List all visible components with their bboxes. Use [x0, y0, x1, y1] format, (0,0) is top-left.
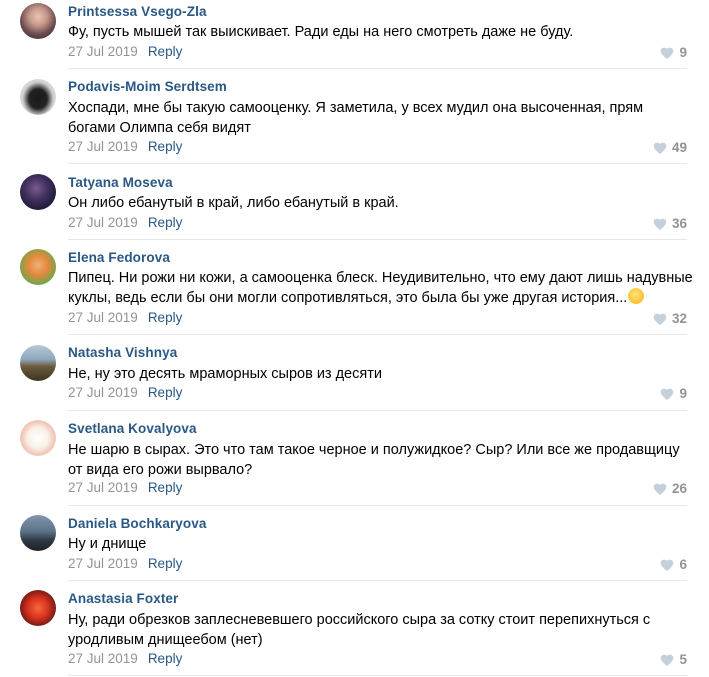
like-button[interactable]: 49 [653, 140, 687, 155]
comment-author[interactable]: Elena Fedorova [68, 250, 170, 265]
comment-meta: 27 Jul 2019 Reply [68, 556, 182, 571]
comment-date[interactable]: 27 Jul 2019 [68, 215, 138, 230]
reply-button[interactable]: Reply [148, 385, 183, 400]
comment-text: Ну, ради обрезков заплесневевшего россий… [68, 612, 651, 648]
heart-icon [653, 483, 667, 495]
avatar[interactable] [20, 345, 56, 381]
like-count: 32 [671, 311, 687, 326]
comment-author[interactable]: Svetlana Kovalyova [68, 421, 197, 436]
avatar[interactable] [20, 79, 56, 115]
comment-text: Он либо ебанутый в край, либо ебанутый в… [68, 195, 399, 211]
heart-icon [661, 47, 674, 59]
comment-meta: 27 Jul 2019 Reply [68, 385, 182, 400]
heart-icon [653, 218, 667, 230]
divider [68, 410, 687, 411]
avatar[interactable] [20, 3, 56, 39]
avatar[interactable] [20, 420, 56, 456]
like-button[interactable]: 6 [660, 557, 687, 572]
comment-author[interactable]: Anastasia Foxter [68, 591, 178, 606]
divider [68, 675, 687, 676]
reply-button[interactable]: Reply [148, 556, 183, 571]
like-button[interactable]: 5 [660, 652, 687, 667]
heart-icon [661, 388, 674, 400]
reply-button[interactable]: Reply [148, 480, 183, 495]
like-count: 5 [679, 652, 687, 667]
comment-text-body: Пипец. Ни рожи ни кожи, а самооценка бле… [68, 270, 693, 306]
heart-icon [653, 142, 667, 154]
comment-meta: 27 Jul 2019 Reply [68, 310, 182, 325]
divider [68, 334, 687, 335]
comment-author[interactable]: Natasha Vishnya [68, 345, 177, 360]
divider [68, 163, 687, 164]
like-button[interactable]: 9 [660, 45, 687, 60]
comment-text: Хоспади, мне бы такую самооценку. Я заме… [68, 100, 644, 136]
comment-date[interactable]: 27 Jul 2019 [68, 385, 138, 400]
reply-button[interactable]: Reply [148, 310, 183, 325]
heart-icon [661, 654, 674, 666]
like-count: 6 [679, 557, 687, 572]
comment-date[interactable]: 27 Jul 2019 [68, 44, 138, 59]
like-count: 9 [679, 45, 687, 60]
divider [68, 239, 687, 240]
reply-button[interactable]: Reply [148, 139, 183, 154]
heart-icon [653, 313, 667, 325]
like-count: 36 [671, 216, 687, 231]
comment-date[interactable]: 27 Jul 2019 [68, 310, 138, 325]
comment-meta: 27 Jul 2019 Reply [68, 139, 182, 154]
avatar[interactable] [20, 174, 56, 210]
heart-icon [661, 559, 674, 571]
comment-date[interactable]: 27 Jul 2019 [68, 139, 138, 154]
comment-text: Не шарю в сырах. Это что там такое черно… [68, 442, 680, 478]
like-button[interactable]: 32 [653, 311, 687, 326]
comment-date[interactable]: 27 Jul 2019 [68, 556, 138, 571]
comment-meta: 27 Jul 2019 Reply [68, 44, 182, 59]
comment-meta: 27 Jul 2019 Reply [68, 480, 182, 495]
comment-date[interactable]: 27 Jul 2019 [68, 480, 138, 495]
smirk-face-emoji [628, 288, 645, 304]
comment-text: Ну и днище [68, 536, 147, 552]
comment-text: Не, ну это десять мраморных сыров из дес… [68, 366, 382, 382]
reply-button[interactable]: Reply [148, 651, 183, 666]
like-button[interactable]: 36 [653, 216, 687, 231]
reply-button[interactable]: Reply [148, 44, 183, 59]
comment-author[interactable]: Tatyana Moseva [68, 175, 173, 190]
divider [68, 505, 687, 506]
like-count: 9 [679, 386, 687, 401]
comment-author[interactable]: Podavis-Moim Serdtsem [68, 79, 227, 94]
avatar[interactable] [20, 249, 56, 285]
comments-list: Printsessa Vsego-Zla Фу, пусть мышей так… [0, 0, 709, 677]
like-count: 49 [671, 140, 687, 155]
comment-author[interactable]: Printsessa Vsego-Zla [68, 4, 207, 19]
avatar[interactable] [20, 590, 56, 626]
avatar[interactable] [20, 515, 56, 551]
comment-date[interactable]: 27 Jul 2019 [68, 651, 138, 666]
comment-meta: 27 Jul 2019 Reply [68, 651, 182, 666]
like-count: 26 [671, 481, 687, 496]
comment-text: Фу, пусть мышей так выискивает. Ради еды… [68, 24, 574, 40]
comment-author[interactable]: Daniela Bochkaryova [68, 516, 206, 531]
divider [68, 580, 687, 581]
like-button[interactable]: 9 [660, 386, 687, 401]
comment-meta: 27 Jul 2019 Reply [68, 215, 182, 230]
divider [68, 68, 687, 69]
comment-text: Пипец. Ни рожи ни кожи, а самооценка бле… [68, 268, 693, 308]
reply-button[interactable]: Reply [148, 215, 183, 230]
like-button[interactable]: 26 [653, 481, 687, 496]
